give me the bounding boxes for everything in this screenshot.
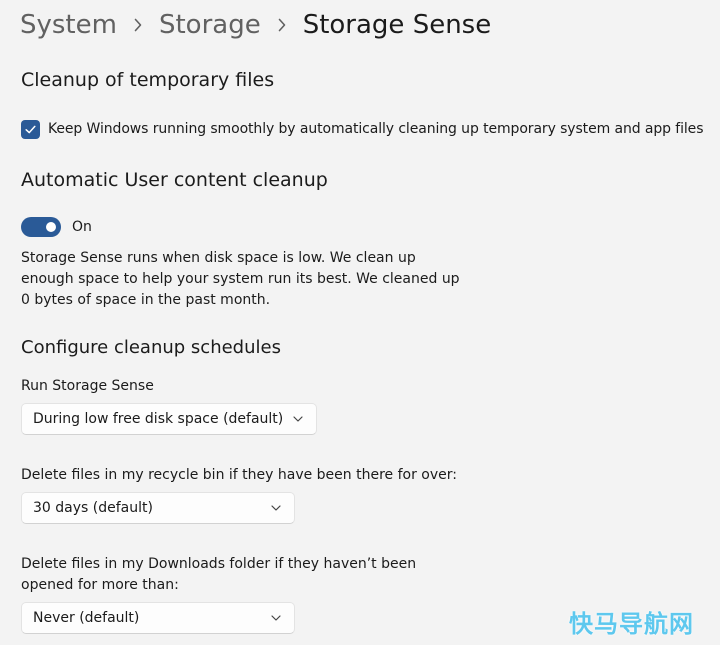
run-storage-sense-label: Run Storage Sense bbox=[21, 378, 154, 394]
dropdown-value: During low free disk space (default) bbox=[33, 411, 284, 427]
chevron-down-icon bbox=[292, 413, 304, 425]
dropdown-value: Never (default) bbox=[33, 610, 140, 626]
breadcrumb-item-system[interactable]: System bbox=[20, 5, 117, 45]
chevron-right-icon bbox=[261, 5, 303, 45]
auto-cleanup-toggle[interactable] bbox=[21, 217, 61, 237]
downloads-folder-label: Delete files in my Downloads folder if t… bbox=[21, 556, 417, 593]
run-storage-sense-dropdown[interactable]: During low free disk space (default) bbox=[21, 403, 317, 435]
section-heading-temp-cleanup: Cleanup of temporary files bbox=[21, 69, 275, 91]
temp-cleanup-checkbox-label: Keep Windows running smoothly by automat… bbox=[48, 121, 704, 137]
section-heading-auto-cleanup: Automatic User content cleanup bbox=[21, 169, 328, 191]
recycle-bin-dropdown[interactable]: 30 days (default) bbox=[21, 492, 295, 524]
watermark: 快马导航网 bbox=[569, 610, 694, 638]
chevron-right-icon bbox=[117, 5, 159, 45]
toggle-state-label: On bbox=[72, 219, 92, 235]
chevron-down-icon bbox=[270, 612, 282, 624]
storage-sense-page: System Storage Storage Sense Cleanup of … bbox=[0, 0, 720, 645]
auto-cleanup-description: Storage Sense runs when disk space is lo… bbox=[21, 250, 460, 308]
checkmark-icon bbox=[25, 125, 36, 133]
breadcrumb: System Storage Storage Sense bbox=[20, 5, 491, 45]
chevron-down-icon bbox=[270, 502, 282, 514]
temp-cleanup-checkbox[interactable] bbox=[21, 119, 40, 139]
breadcrumb-item-storage-sense: Storage Sense bbox=[302, 10, 492, 40]
recycle-bin-label: Delete files in my recycle bin if they h… bbox=[21, 467, 457, 483]
auto-cleanup-toggle-row: On bbox=[21, 216, 92, 238]
temp-cleanup-checkbox-row[interactable]: Keep Windows running smoothly by automat… bbox=[21, 118, 703, 140]
toggle-knob bbox=[46, 222, 56, 232]
downloads-folder-dropdown[interactable]: Never (default) bbox=[21, 602, 295, 634]
section-heading-schedules: Configure cleanup schedules bbox=[21, 337, 281, 358]
breadcrumb-item-storage[interactable]: Storage bbox=[159, 5, 261, 45]
dropdown-value: 30 days (default) bbox=[33, 500, 153, 516]
